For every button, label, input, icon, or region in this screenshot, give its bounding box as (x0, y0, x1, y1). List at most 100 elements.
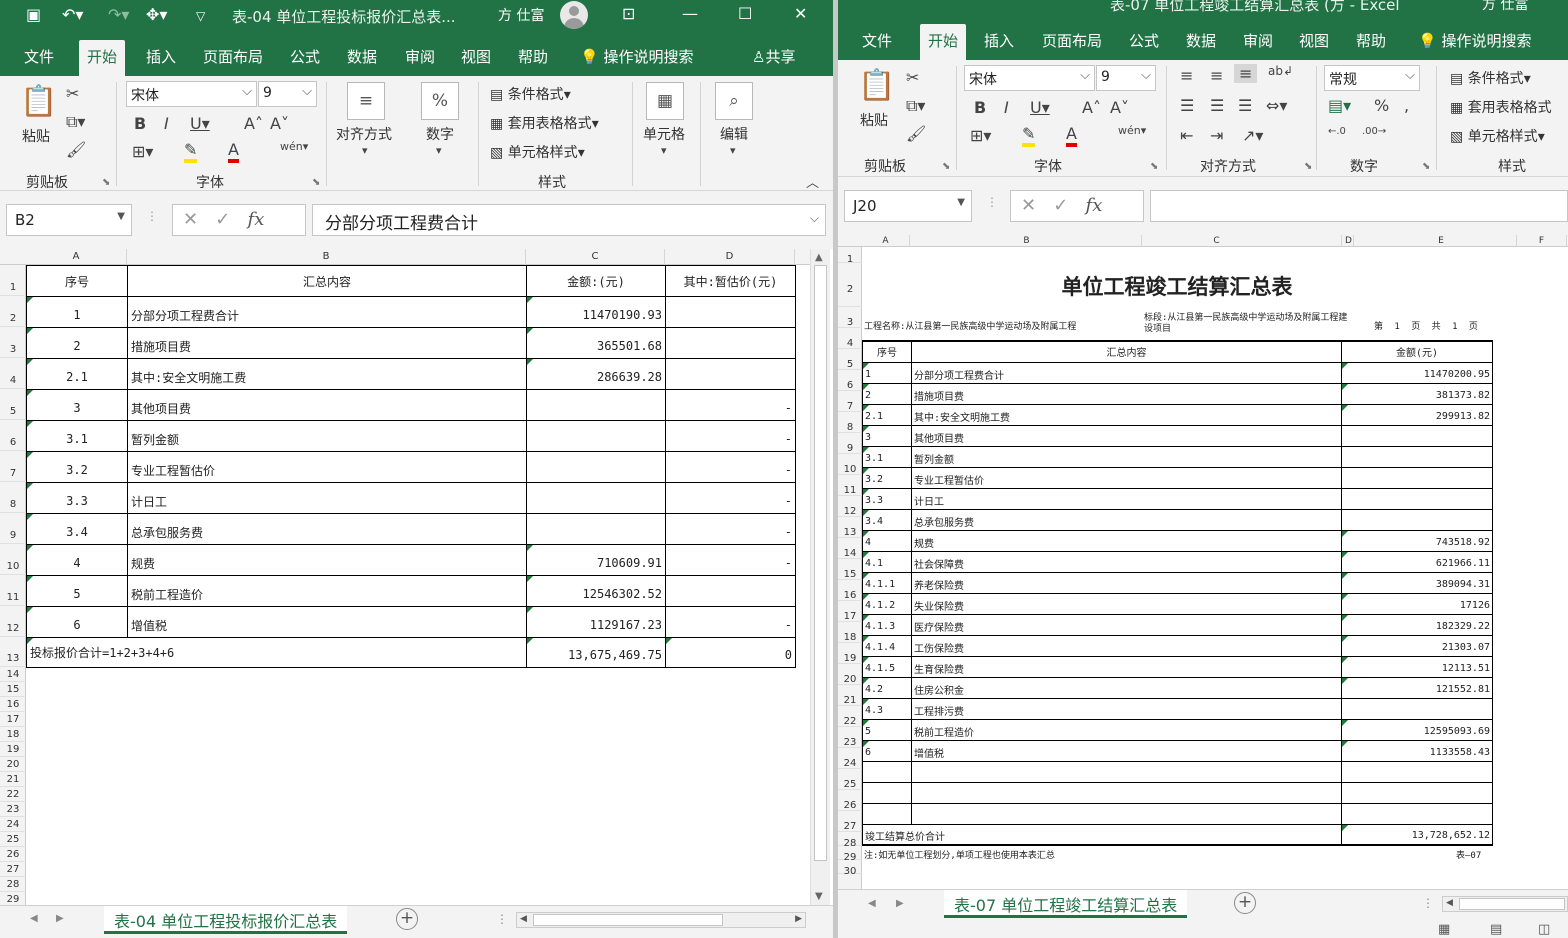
row-header[interactable]: 16 (0, 697, 26, 712)
table-cell[interactable] (862, 802, 912, 825)
prev-sheet-icon[interactable]: ◀ (868, 898, 876, 909)
table-cell[interactable] (1341, 697, 1493, 720)
column-header[interactable]: F (1517, 235, 1567, 247)
save-icon[interactable]: ▣ (26, 5, 41, 24)
scroll-left-icon[interactable]: ◀ (520, 914, 527, 924)
table-cell[interactable]: 3.2 (26, 451, 128, 483)
table-cell[interactable]: 2.1 (862, 403, 912, 426)
table-cell[interactable] (1341, 802, 1493, 825)
fill-color-icon[interactable]: ✎ (184, 140, 198, 163)
table-cell[interactable]: 措施项目费 (911, 382, 1342, 405)
total-label-cell[interactable]: 竣工结算总价合计 (862, 823, 1342, 846)
header-cell[interactable]: 序号 (862, 340, 912, 363)
column-header[interactable]: D (665, 249, 795, 265)
bold-icon[interactable]: B (134, 114, 146, 133)
table-cell[interactable]: 3 (26, 389, 128, 421)
tab-data[interactable]: 数据 (1186, 30, 1216, 51)
total-amount-cell[interactable]: 13,728,652.12 (1341, 823, 1493, 846)
scroll-up-icon[interactable]: ▲ (815, 252, 823, 263)
total-label-cell[interactable]: 投标报价合计=1+2+3+4+6 (26, 637, 527, 668)
name-box[interactable]: B2 ▼ (6, 204, 132, 236)
header-cell[interactable]: 汇总内容 (911, 340, 1342, 363)
table-cell[interactable]: 710609.91 (526, 544, 666, 576)
column-header[interactable]: A (26, 249, 127, 265)
header-cell[interactable]: 金额(元) (1341, 340, 1493, 363)
cancel-icon[interactable]: ✕ (183, 209, 198, 230)
fill-color-icon[interactable]: ✎ (1022, 124, 1036, 147)
next-sheet-icon[interactable]: ▶ (896, 898, 904, 909)
table-cell[interactable] (526, 482, 666, 514)
row-header[interactable]: 21 (838, 685, 862, 706)
horizontal-scrollbar[interactable]: ◀ (1442, 896, 1568, 912)
scroll-thumb[interactable] (1459, 898, 1565, 910)
table-cell[interactable] (665, 575, 796, 607)
alignment-icon[interactable]: ≡ (347, 82, 385, 120)
prev-sheet-icon[interactable]: ◀ (30, 913, 38, 924)
total-estimate-cell[interactable]: 0 (665, 637, 796, 668)
table-cell[interactable]: 4 (26, 544, 128, 576)
name-box[interactable]: J20 ▼ (844, 190, 972, 222)
table-cell[interactable]: - (665, 513, 796, 545)
table-cell[interactable]: 3.3 (26, 482, 128, 514)
vertical-scrollbar[interactable]: ▲ ▼ (810, 249, 830, 907)
table-cell[interactable]: 工伤保险费 (911, 634, 1342, 657)
share-button[interactable]: ♙共享 (752, 46, 795, 67)
row-header[interactable]: 8 (838, 412, 862, 433)
paste-icon[interactable]: 📋 (858, 68, 896, 106)
row-header[interactable]: 23 (838, 727, 862, 748)
borders-icon[interactable]: ⊞▾ (970, 126, 991, 145)
table-cell[interactable]: 医疗保险费 (911, 613, 1342, 636)
formula-input[interactable] (1150, 190, 1568, 222)
table-cell[interactable]: 365501.68 (526, 327, 666, 359)
row-header[interactable]: 30 (838, 860, 862, 877)
font-color-icon[interactable]: A (228, 140, 239, 163)
add-sheet-icon[interactable]: + (396, 908, 418, 930)
row-header[interactable]: 9 (0, 513, 26, 544)
scroll-thumb[interactable] (814, 265, 827, 861)
row-header[interactable]: 4 (838, 328, 862, 349)
row-header[interactable]: 4 (0, 358, 26, 389)
table-cell[interactable]: 6 (862, 739, 912, 762)
tab-insert[interactable]: 插入 (984, 30, 1014, 51)
row-header[interactable]: 13 (0, 637, 26, 667)
table-cell[interactable] (526, 420, 666, 452)
row-header[interactable]: 22 (0, 787, 26, 802)
enter-icon[interactable]: ✓ (215, 209, 230, 230)
accounting-format-icon[interactable]: ▤▾ (1328, 96, 1351, 115)
row-header[interactable]: 12 (0, 606, 26, 637)
table-cell[interactable]: 4.1.1 (862, 571, 912, 594)
table-cell[interactable]: 养老保险费 (911, 571, 1342, 594)
table-cell[interactable] (1341, 466, 1493, 489)
table-cell[interactable] (526, 513, 666, 545)
percent-icon[interactable]: % (421, 82, 459, 120)
ribbon-display-icon[interactable]: ⊡ (622, 4, 635, 23)
insert-function-icon[interactable]: fx (248, 209, 265, 230)
font-size-select[interactable]: 9 ⌵ (258, 81, 317, 107)
cells-button[interactable]: 单元格 (643, 124, 685, 144)
avatar[interactable] (560, 1, 588, 29)
tab-review[interactable]: 审阅 (405, 46, 435, 67)
phonetic-icon[interactable]: wén▾ (1118, 124, 1146, 137)
table-cell[interactable]: 规费 (127, 544, 527, 576)
row-header[interactable]: 11 (0, 575, 26, 606)
row-header[interactable]: 19 (838, 643, 862, 664)
maximize-icon[interactable]: ☐ (738, 4, 752, 23)
row-header[interactable]: 14 (0, 667, 26, 682)
worksheet-grid[interactable]: 单位工程竣工结算汇总表 工程名称:从江县第一民族高级中学运动场及附属工程 标段:从江… (862, 247, 1568, 889)
sheet-tab-active[interactable]: 表-04 单位工程投标报价汇总表 (104, 906, 348, 934)
table-cell[interactable]: 税前工程造价 (127, 575, 527, 607)
table-cell[interactable] (526, 389, 666, 421)
table-format-button[interactable]: ▦ 套用表格格式 (1450, 97, 1552, 117)
table-cell[interactable] (665, 358, 796, 390)
collapse-ribbon-icon[interactable]: ︿ (806, 172, 819, 191)
row-header[interactable]: 1 (0, 265, 26, 296)
table-cell[interactable]: 暂列金额 (127, 420, 527, 452)
header-cell[interactable]: 序号 (26, 265, 128, 297)
table-cell[interactable] (1341, 445, 1493, 468)
header-cell[interactable]: 其中:暂估价(元) (665, 265, 796, 297)
phonetic-icon[interactable]: wén▾ (280, 140, 308, 153)
table-cell[interactable]: 总承包服务费 (911, 508, 1342, 531)
table-cell[interactable]: 12546302.52 (526, 575, 666, 607)
table-cell[interactable]: 生育保险费 (911, 655, 1342, 678)
scroll-thumb[interactable] (533, 914, 723, 926)
